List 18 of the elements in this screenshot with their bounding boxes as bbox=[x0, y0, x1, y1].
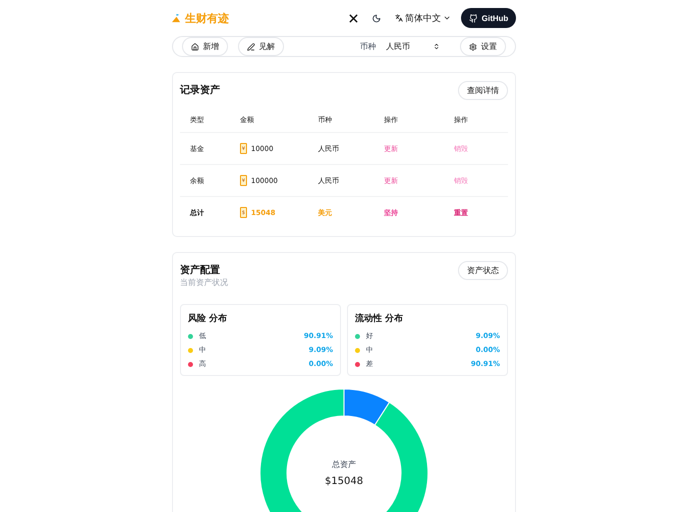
github-icon bbox=[468, 14, 478, 22]
chevron-down-icon bbox=[443, 14, 451, 22]
donut-label: 总资产 bbox=[332, 459, 356, 470]
details-button[interactable]: 查阅详情 bbox=[458, 81, 508, 100]
x-logo-icon[interactable] bbox=[349, 14, 358, 22]
panel-title: 流动性 分布 bbox=[355, 312, 404, 325]
panel-title: 风险 分布 bbox=[188, 312, 228, 325]
status-button[interactable]: 资产状态 bbox=[458, 261, 508, 280]
app-logo: 生财有迹 bbox=[185, 10, 229, 26]
github-button[interactable]: GitHub bbox=[461, 8, 516, 28]
mountain-flag-icon bbox=[172, 14, 181, 22]
dark-mode-icon[interactable] bbox=[372, 14, 381, 22]
donut-value: $15048 bbox=[324, 476, 364, 487]
card-title: 资产配置 bbox=[180, 264, 221, 277]
language-icon bbox=[395, 14, 403, 22]
card-title: 记录资产 bbox=[180, 84, 220, 97]
card-subtitle: 当前资产状况 bbox=[180, 277, 228, 288]
language-selector[interactable]: 简体中文 bbox=[395, 12, 451, 24]
